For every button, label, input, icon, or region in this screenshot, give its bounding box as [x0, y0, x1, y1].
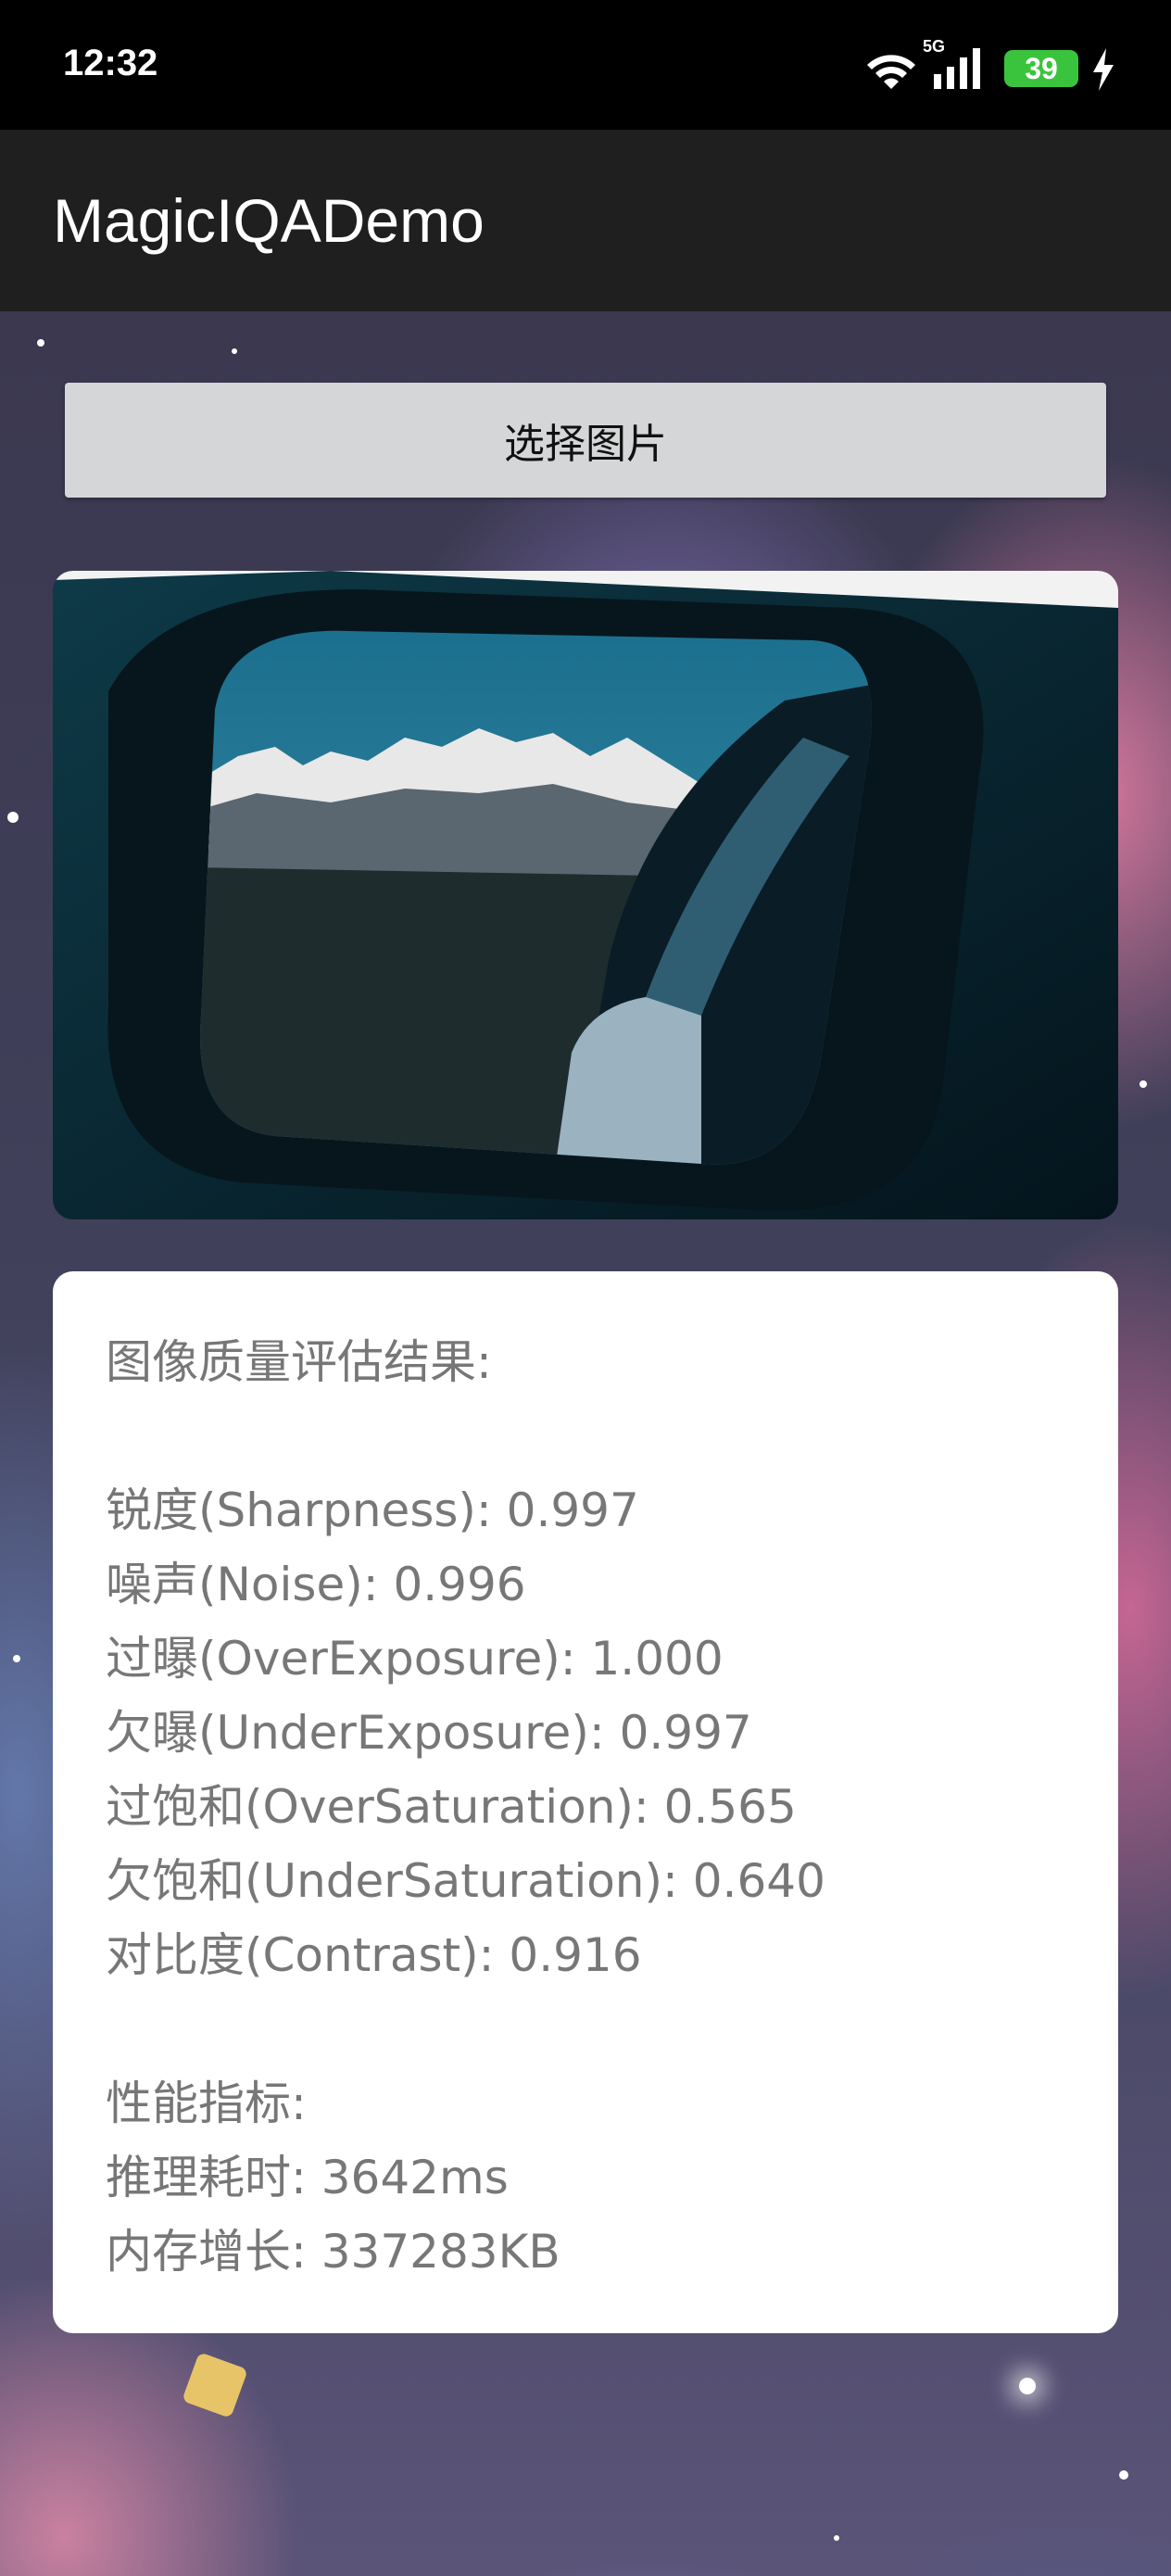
- signal-icon: [934, 48, 980, 89]
- star-decoration: [834, 2535, 839, 2541]
- metric-sharpness: 锐度(Sharpness): 0.997: [106, 1484, 639, 1537]
- performance-memory-growth: 内存增长: 337283KB: [106, 2225, 560, 2279]
- results-text: 图像质量评估结果: 锐度(Sharpness): 0.997 噪声(Noise)…: [106, 1325, 1069, 2289]
- metric-overexposure: 过曝(OverExposure): 1.000: [106, 1632, 724, 1686]
- status-bar: 12:32 5G 39: [0, 0, 1171, 130]
- wifi-icon: [867, 55, 915, 89]
- select-image-button[interactable]: 选择图片: [65, 383, 1106, 498]
- star-decoration: [37, 339, 44, 347]
- metric-underexposure: 欠曝(UnderExposure): 0.997: [106, 1706, 752, 1760]
- star-decoration: [7, 812, 19, 823]
- battery-icon: 39: [1004, 50, 1078, 87]
- charging-bolt-icon: [1093, 48, 1114, 91]
- performance-heading: 性能指标:: [106, 2077, 307, 2130]
- star-decoration: [1019, 2378, 1036, 2394]
- metric-oversaturation: 过饱和(OverSaturation): 0.565: [106, 1780, 797, 1834]
- star-decoration: [1140, 1080, 1147, 1088]
- status-time: 12:32: [63, 43, 158, 83]
- gem-decoration: [182, 2352, 248, 2418]
- metric-undersaturation: 欠饱和(UnderSaturation): 0.640: [106, 1854, 825, 1908]
- results-heading: 图像质量评估结果:: [106, 1335, 492, 1389]
- performance-inference-time: 推理耗时: 3642ms: [106, 2151, 509, 2204]
- star-decoration: [13, 1655, 20, 1662]
- image-preview: [53, 571, 1118, 1219]
- star-decoration: [1119, 2470, 1128, 2480]
- battery-level: 39: [1025, 52, 1058, 85]
- star-decoration: [232, 348, 237, 354]
- metric-contrast: 对比度(Contrast): 0.916: [106, 1928, 642, 1982]
- mirror-mountain-photo: [53, 571, 1118, 1219]
- metric-noise: 噪声(Noise): 0.996: [106, 1558, 526, 1611]
- app-title: MagicIQADemo: [53, 186, 485, 255]
